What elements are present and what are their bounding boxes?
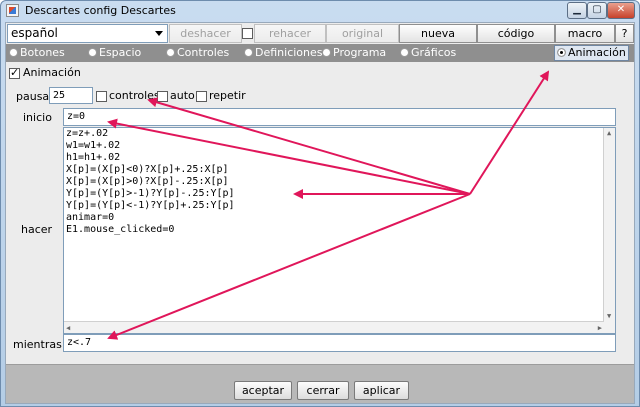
config-window: Descartes config Descartes ▁ ▢ ✕ español… bbox=[0, 0, 640, 407]
code-line: Y[p]=(Y[p]<-1)?Y[p]+.25:Y[p] bbox=[66, 200, 235, 211]
auto-label: auto bbox=[170, 89, 195, 102]
language-value: español bbox=[11, 26, 58, 40]
tab-label: Gráficos bbox=[411, 46, 457, 59]
horizontal-scrollbar[interactable]: ◀ ▶ bbox=[64, 321, 604, 333]
scroll-left-icon[interactable]: ◀ bbox=[66, 324, 70, 332]
tab-controles[interactable]: Controles bbox=[166, 46, 229, 60]
init-input[interactable]: z=0 bbox=[63, 108, 616, 126]
macro-button[interactable]: macro bbox=[555, 24, 615, 43]
tab-label: Espacio bbox=[99, 46, 142, 59]
radio-icon bbox=[400, 48, 409, 57]
controls-checkbox[interactable] bbox=[96, 91, 107, 102]
tab-label: Programa bbox=[333, 46, 387, 59]
maximize-icon[interactable]: ▢ bbox=[587, 2, 607, 19]
while-label: mientras bbox=[13, 338, 62, 351]
pause-input[interactable]: 25 bbox=[49, 87, 93, 104]
footer-bar: aceptar cerrar aplicar bbox=[6, 364, 634, 403]
window-title: Descartes config Descartes bbox=[25, 4, 176, 17]
while-input[interactable]: z<.7 bbox=[63, 334, 616, 352]
tab-label: Botones bbox=[20, 46, 65, 59]
radio-icon bbox=[557, 48, 566, 57]
code-line: X[p]=(X[p]>0)?X[p]-.25:X[p] bbox=[66, 176, 229, 187]
tab-label: Animación bbox=[568, 46, 626, 59]
radio-icon bbox=[9, 48, 18, 57]
tab-botones[interactable]: Botones bbox=[9, 46, 65, 60]
code-line: h1=h1+.02 bbox=[66, 152, 121, 163]
code-line: w1=w1+.02 bbox=[66, 140, 121, 151]
code-line: animar=0 bbox=[66, 212, 115, 223]
repeat-checkbox[interactable] bbox=[196, 91, 207, 102]
code-line: z=z+.02 bbox=[66, 128, 109, 139]
code-button[interactable]: código bbox=[477, 24, 555, 43]
tab-label: Definiciones bbox=[255, 46, 323, 59]
tab-definiciones[interactable]: Definiciones bbox=[244, 46, 323, 60]
apply-button[interactable]: aplicar bbox=[354, 381, 409, 400]
scroll-right-icon[interactable]: ▶ bbox=[598, 324, 602, 332]
undo-button[interactable]: deshacer bbox=[169, 24, 242, 43]
redo-button[interactable]: rehacer bbox=[254, 24, 326, 43]
scroll-up-icon[interactable]: ▲ bbox=[607, 129, 611, 137]
init-label: inicio bbox=[23, 111, 52, 124]
code-line: E1.mouse_clicked=0 bbox=[66, 224, 175, 235]
toolbar-checkbox[interactable] bbox=[242, 28, 253, 39]
radio-icon bbox=[88, 48, 97, 57]
title-bar[interactable]: Descartes config Descartes ▁ ▢ ✕ bbox=[1, 1, 639, 21]
tab-programa[interactable]: Programa bbox=[322, 46, 386, 60]
close-icon[interactable]: ✕ bbox=[607, 2, 635, 19]
pause-label: pausa bbox=[16, 90, 50, 103]
tab-label: Controles bbox=[177, 46, 230, 59]
scroll-down-icon[interactable]: ▼ bbox=[607, 312, 611, 320]
tab-espacio[interactable]: Espacio bbox=[88, 46, 141, 60]
code-line: Y[p]=(Y[p]>-1)?Y[p]-.25:Y[p] bbox=[66, 188, 235, 199]
controls-label: controles bbox=[109, 89, 160, 102]
code-line: X[p]=(X[p]<0)?X[p]+.25:X[p] bbox=[66, 164, 229, 175]
do-code-lines: z=z+.02 w1=w1+.02 h1=h1+.02 X[p]=(X[p]<0)?X… bbox=[64, 128, 615, 236]
tab-animacion[interactable]: Animación bbox=[554, 45, 629, 61]
close-button[interactable]: cerrar bbox=[297, 381, 349, 400]
radio-icon bbox=[166, 48, 175, 57]
radio-icon bbox=[244, 48, 253, 57]
client-area: español deshacer rehacer original nueva … bbox=[5, 22, 635, 404]
auto-checkbox[interactable] bbox=[157, 91, 168, 102]
help-button[interactable]: ? bbox=[615, 24, 634, 43]
radio-icon bbox=[322, 48, 331, 57]
new-button[interactable]: nueva bbox=[399, 24, 477, 43]
original-button[interactable]: original bbox=[326, 24, 399, 43]
animation-enable-label: Animación bbox=[23, 66, 81, 79]
do-textarea[interactable]: z=z+.02 w1=w1+.02 h1=h1+.02 X[p]=(X[p]<0)?X… bbox=[63, 127, 616, 334]
animation-enable-checkbox[interactable] bbox=[9, 66, 20, 79]
do-label: hacer bbox=[21, 223, 53, 236]
chevron-down-icon[interactable] bbox=[155, 31, 163, 36]
descartes-app-icon bbox=[6, 4, 19, 17]
vertical-scrollbar[interactable]: ▲ ▼ bbox=[603, 128, 615, 333]
minimize-icon[interactable]: ▁ bbox=[567, 2, 587, 19]
repeat-label: repetir bbox=[209, 89, 246, 102]
accept-button[interactable]: aceptar bbox=[234, 381, 292, 400]
tab-graficos[interactable]: Gráficos bbox=[400, 46, 456, 60]
language-select[interactable]: español bbox=[7, 24, 168, 43]
